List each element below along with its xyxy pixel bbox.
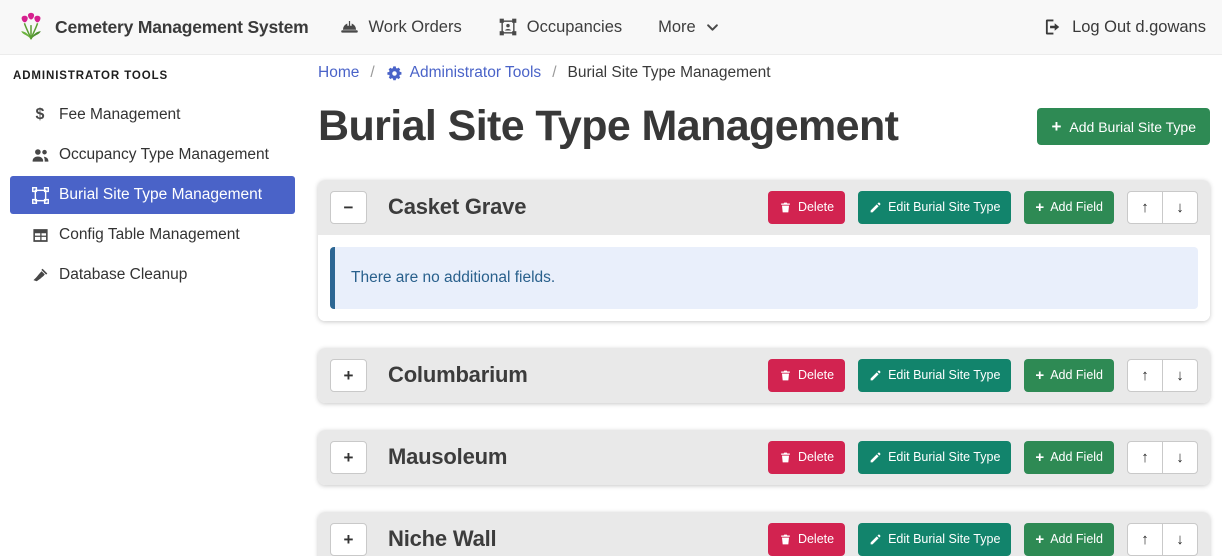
move-up-button[interactable]: ↑ xyxy=(1127,191,1163,224)
vector-square-icon xyxy=(28,186,52,205)
logout-button[interactable]: Log Out d.gowans xyxy=(1043,17,1206,37)
reorder-button-group: ↑ ↓ xyxy=(1127,523,1198,556)
pencil-icon xyxy=(869,369,882,382)
move-down-button[interactable]: ↓ xyxy=(1162,441,1198,474)
add-field-button[interactable]: + Add Field xyxy=(1024,359,1114,392)
trash-icon xyxy=(779,201,792,214)
plus-icon: + xyxy=(1051,118,1061,135)
panel-columbarium: + Columbarium Delete Edit Burial Site Ty… xyxy=(318,348,1210,403)
breadcrumb-home-link[interactable]: Home xyxy=(318,64,359,82)
panel-casket-grave: − Casket Grave Delete Edit Burial Site T… xyxy=(318,180,1210,321)
panel-header: + Mausoleum Delete Edit Burial Site Type… xyxy=(318,430,1210,485)
users-icon xyxy=(28,145,52,166)
move-up-button[interactable]: ↑ xyxy=(1127,359,1163,392)
app-title: Cemetery Management System xyxy=(55,17,309,38)
sidebar-item-fee-management[interactable]: $ Fee Management xyxy=(0,95,318,135)
sidebar-item-burial-site-type-management[interactable]: Burial Site Type Management xyxy=(10,176,295,214)
main-content: Home / Administrator Tools / Burial Site… xyxy=(318,55,1222,556)
trash-icon xyxy=(779,451,792,464)
add-field-button[interactable]: + Add Field xyxy=(1024,441,1114,474)
edit-burial-site-type-button[interactable]: Edit Burial Site Type xyxy=(858,523,1011,556)
panel-actions: Delete Edit Burial Site Type + Add Field… xyxy=(768,441,1198,474)
burial-type-panel-list: − Casket Grave Delete Edit Burial Site T… xyxy=(318,180,1210,556)
breadcrumb-current: Burial Site Type Management xyxy=(568,64,771,82)
panel-mausoleum: + Mausoleum Delete Edit Burial Site Type… xyxy=(318,430,1210,485)
sidebar-nav: $ Fee Management Occupancy Type Manageme… xyxy=(0,95,318,295)
add-burial-site-type-button[interactable]: + Add Burial Site Type xyxy=(1037,108,1210,145)
table-icon xyxy=(28,226,52,245)
app-brand[interactable]: Cemetery Management System xyxy=(16,10,309,44)
navbar-links: Work Orders Occupancies More xyxy=(339,17,720,38)
delete-button[interactable]: Delete xyxy=(768,191,845,224)
reorder-button-group: ↑ ↓ xyxy=(1127,441,1198,474)
reorder-button-group: ↑ ↓ xyxy=(1127,191,1198,224)
nav-occupancies[interactable]: Occupancies xyxy=(498,17,622,37)
delete-button[interactable]: Delete xyxy=(768,523,845,556)
chevron-down-icon xyxy=(705,20,720,35)
move-up-button[interactable]: ↑ xyxy=(1127,441,1163,474)
panel-header: + Columbarium Delete Edit Burial Site Ty… xyxy=(318,348,1210,403)
breadcrumb-separator: / xyxy=(370,64,374,82)
reorder-button-group: ↑ ↓ xyxy=(1127,359,1198,392)
sidebar-item-config-table-management[interactable]: Config Table Management xyxy=(0,215,318,255)
occupancy-frame-icon xyxy=(498,17,518,37)
no-fields-alert: There are no additional fields. xyxy=(330,247,1198,309)
plus-icon: + xyxy=(1035,200,1044,215)
title-row: Burial Site Type Management + Add Burial… xyxy=(318,100,1210,154)
collapse-toggle-button[interactable]: − xyxy=(330,191,367,224)
panel-title: Niche Wall xyxy=(388,526,496,552)
add-field-button[interactable]: + Add Field xyxy=(1024,191,1114,224)
broom-icon xyxy=(28,266,52,285)
pencil-icon xyxy=(869,201,882,214)
breadcrumb-admin-tools-link[interactable]: Administrator Tools xyxy=(386,64,542,82)
sidebar-item-database-cleanup[interactable]: Database Cleanup xyxy=(0,255,318,295)
add-field-button[interactable]: + Add Field xyxy=(1024,523,1114,556)
edit-burial-site-type-button[interactable]: Edit Burial Site Type xyxy=(858,191,1011,224)
pencil-icon xyxy=(869,533,882,546)
move-down-button[interactable]: ↓ xyxy=(1162,523,1198,556)
panel-body: There are no additional fields. xyxy=(318,235,1210,321)
gear-icon xyxy=(386,65,403,82)
panel-title: Casket Grave xyxy=(388,194,526,220)
breadcrumb: Home / Administrator Tools / Burial Site… xyxy=(318,64,1210,82)
panel-header: + Niche Wall Delete Edit Burial Site Typ… xyxy=(318,512,1210,556)
expand-toggle-button[interactable]: + xyxy=(330,523,367,556)
dollar-icon: $ xyxy=(28,106,52,124)
panel-title: Columbarium xyxy=(388,362,528,388)
panel-actions: Delete Edit Burial Site Type + Add Field… xyxy=(768,359,1198,392)
nav-work-orders[interactable]: Work Orders xyxy=(339,17,462,38)
top-navbar: Cemetery Management System Work Orders O… xyxy=(0,0,1222,55)
panel-title: Mausoleum xyxy=(388,444,507,470)
nav-more[interactable]: More xyxy=(658,18,720,37)
sidebar-heading: Administrator Tools xyxy=(0,64,318,82)
plus-icon: + xyxy=(1035,450,1044,465)
tulip-logo-icon xyxy=(16,10,46,44)
pencil-icon xyxy=(869,451,882,464)
delete-button[interactable]: Delete xyxy=(768,359,845,392)
expand-toggle-button[interactable]: + xyxy=(330,359,367,392)
panel-actions: Delete Edit Burial Site Type + Add Field… xyxy=(768,191,1198,224)
panel-actions: Delete Edit Burial Site Type + Add Field… xyxy=(768,523,1198,556)
sidebar-item-occupancy-type-management[interactable]: Occupancy Type Management xyxy=(0,135,318,175)
sign-out-icon xyxy=(1043,17,1063,37)
plus-icon: + xyxy=(1035,532,1044,547)
hard-hat-icon xyxy=(339,17,360,38)
edit-burial-site-type-button[interactable]: Edit Burial Site Type xyxy=(858,441,1011,474)
plus-icon: + xyxy=(1035,368,1044,383)
page-title: Burial Site Type Management xyxy=(318,100,898,154)
delete-button[interactable]: Delete xyxy=(768,441,845,474)
move-up-button[interactable]: ↑ xyxy=(1127,523,1163,556)
move-down-button[interactable]: ↓ xyxy=(1162,359,1198,392)
panel-header: − Casket Grave Delete Edit Burial Site T… xyxy=(318,180,1210,235)
move-down-button[interactable]: ↓ xyxy=(1162,191,1198,224)
edit-burial-site-type-button[interactable]: Edit Burial Site Type xyxy=(858,359,1011,392)
panel-niche-wall: + Niche Wall Delete Edit Burial Site Typ… xyxy=(318,512,1210,556)
expand-toggle-button[interactable]: + xyxy=(330,441,367,474)
trash-icon xyxy=(779,533,792,546)
sidebar: Administrator Tools $ Fee Management Occ… xyxy=(0,55,318,556)
breadcrumb-separator: / xyxy=(552,64,556,82)
trash-icon xyxy=(779,369,792,382)
